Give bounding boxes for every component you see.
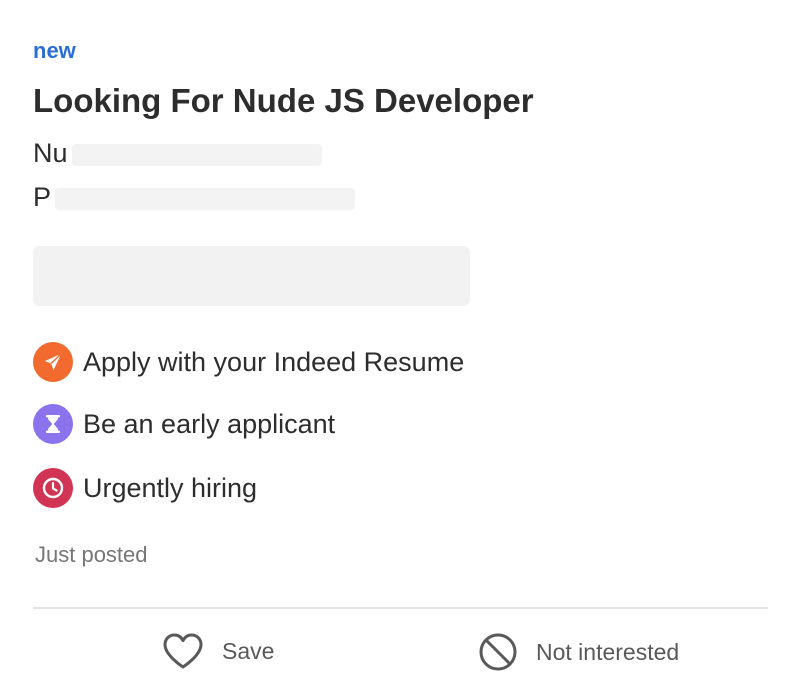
block-icon (479, 633, 517, 671)
not-interested-button[interactable]: Not interested (478, 632, 679, 672)
paper-plane-icon (33, 342, 73, 382)
clock-icon (33, 468, 73, 508)
job-card[interactable]: new Looking For Nude JS Developer Nu P A… (0, 0, 800, 699)
company-name-text: Nu (33, 138, 68, 168)
feature-indeed-resume: Apply with your Indeed Resume (33, 342, 464, 382)
save-label: Save (222, 637, 275, 664)
job-location: P (33, 182, 356, 213)
company-redaction (71, 143, 322, 166)
feature-early-applicant: Be an early applicant (33, 404, 335, 444)
job-title[interactable]: Looking For Nude JS Developer (33, 82, 534, 120)
save-button[interactable]: Save (162, 632, 274, 670)
location-redaction (55, 187, 356, 210)
feature-urgently-hiring: Urgently hiring (33, 468, 257, 508)
new-badge: new (33, 38, 76, 63)
posted-time: Just posted (35, 542, 148, 567)
not-interested-label: Not interested (536, 638, 680, 665)
salary-redacted-box (33, 246, 470, 306)
feature-label: Be an early applicant (83, 408, 336, 439)
heart-icon (163, 633, 203, 669)
feature-label: Apply with your Indeed Resume (83, 346, 465, 377)
company-name: Nu (33, 138, 322, 169)
job-location-text: P (33, 182, 52, 212)
hourglass-icon (33, 404, 73, 444)
feature-label: Urgently hiring (83, 472, 258, 503)
divider (33, 607, 768, 609)
